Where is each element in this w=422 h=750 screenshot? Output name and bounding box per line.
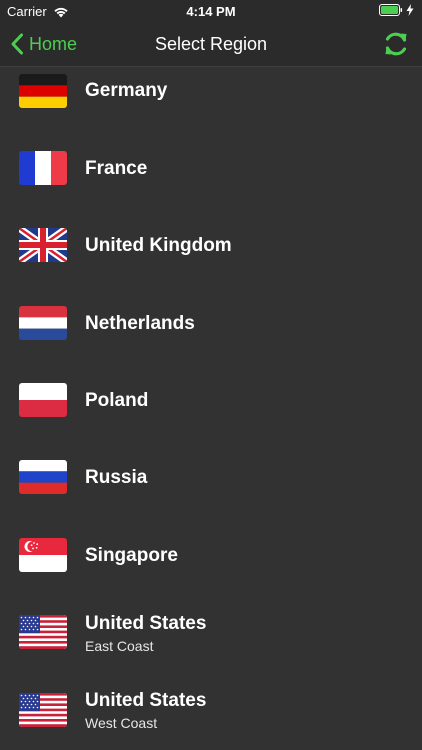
singapore-flag-icon xyxy=(19,538,67,572)
france-flag-icon xyxy=(19,151,67,185)
region-subtitle: East Coast xyxy=(85,638,154,654)
region-name: United States xyxy=(85,613,207,634)
region-name: Netherlands xyxy=(85,313,195,334)
region-list: Germany France United Kingdom Netherland… xyxy=(0,67,422,750)
region-item-singapore[interactable]: Singapore xyxy=(0,515,422,592)
battery-icon xyxy=(379,4,403,16)
region-item-poland[interactable]: Poland xyxy=(0,361,422,438)
us-flag-icon xyxy=(19,615,67,649)
region-name: Germany xyxy=(85,80,168,101)
russia-flag-icon xyxy=(19,460,67,494)
region-name: Russia xyxy=(85,467,148,488)
region-name: United States xyxy=(85,690,207,711)
region-item-netherlands[interactable]: Netherlands xyxy=(0,283,422,360)
uk-flag-icon xyxy=(19,228,67,262)
region-item-france[interactable]: France xyxy=(0,129,422,206)
status-bar: Carrier 4:14 PM xyxy=(0,0,422,22)
us-flag-icon xyxy=(19,693,67,727)
status-time: 4:14 PM xyxy=(186,4,236,19)
region-item-united-kingdom[interactable]: United Kingdom xyxy=(0,206,422,283)
region-name: United Kingdom xyxy=(85,235,232,256)
region-name: France xyxy=(85,158,148,179)
region-subtitle: West Coast xyxy=(85,715,158,731)
charging-bolt-icon xyxy=(406,4,414,16)
page-title: Select Region xyxy=(154,34,268,54)
navigation-bar: Home Select Region xyxy=(0,22,422,67)
status-right xyxy=(379,4,414,16)
netherlands-flag-icon xyxy=(19,306,67,340)
region-item-germany[interactable]: Germany xyxy=(0,67,422,129)
region-select-screen: Carrier 4:14 PM Home Select Region Germa… xyxy=(0,0,422,750)
region-item-united-states-west[interactable]: United States West Coast xyxy=(0,669,422,746)
region-item-russia[interactable]: Russia xyxy=(0,438,422,515)
region-item-united-states-east[interactable]: United States East Coast xyxy=(0,592,422,669)
region-name: Poland xyxy=(85,390,149,411)
germany-flag-icon xyxy=(19,74,67,108)
poland-flag-icon xyxy=(19,383,67,417)
refresh-icon[interactable] xyxy=(382,30,410,58)
region-name: Singapore xyxy=(85,545,178,566)
